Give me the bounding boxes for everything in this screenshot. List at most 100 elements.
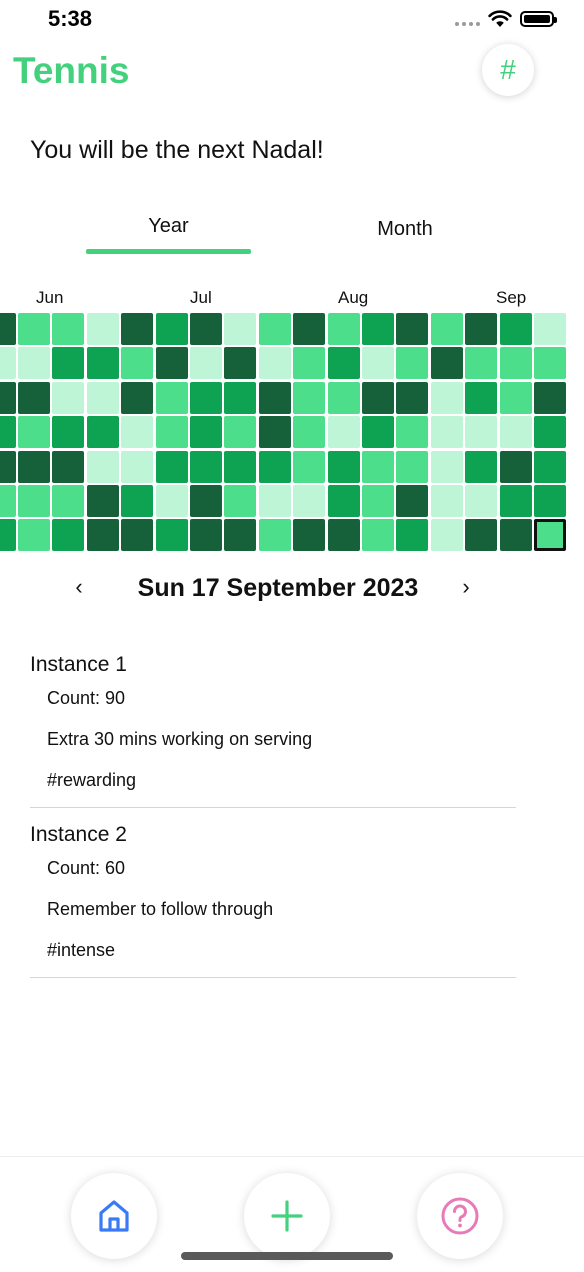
heatmap-cell[interactable] [499, 519, 532, 552]
heatmap-cell[interactable] [327, 450, 360, 483]
heatmap-cell[interactable] [362, 485, 394, 517]
heatmap-cell[interactable] [224, 381, 257, 414]
heatmap-cell[interactable] [465, 347, 498, 380]
heatmap-cell[interactable] [258, 416, 291, 449]
heatmap-cell[interactable] [155, 485, 188, 517]
previous-day-button[interactable]: ‹ [64, 574, 94, 600]
instance-item[interactable]: Instance 1 Count: 90 Extra 30 mins worki… [30, 650, 516, 808]
heatmap-cell[interactable] [465, 450, 498, 483]
heatmap-cell[interactable] [86, 416, 119, 449]
heatmap-cell[interactable] [86, 450, 119, 483]
heatmap-cell[interactable] [327, 519, 360, 552]
heatmap-cell[interactable] [86, 485, 119, 517]
instance-item[interactable]: Instance 2 Count: 60 Remember to follow … [30, 820, 516, 978]
heatmap-cell[interactable] [0, 381, 16, 414]
heatmap-cell[interactable] [52, 313, 85, 345]
heatmap-cell[interactable] [293, 381, 326, 414]
heatmap-cell[interactable] [293, 485, 326, 517]
heatmap-cell[interactable] [293, 450, 326, 483]
heatmap-cell[interactable] [86, 381, 119, 414]
tab-year[interactable]: Year [86, 215, 251, 238]
heatmap-cell[interactable] [0, 485, 16, 517]
heatmap-cell[interactable] [534, 381, 566, 414]
heatmap-cell[interactable] [224, 313, 257, 345]
heatmap-cell[interactable] [499, 381, 532, 414]
heatmap-cell[interactable] [430, 381, 463, 414]
heatmap-cell[interactable] [499, 485, 532, 517]
heatmap-cell[interactable] [52, 347, 85, 380]
heatmap-cell[interactable] [0, 450, 16, 483]
heatmap-cell[interactable] [155, 450, 188, 483]
tags-button[interactable]: # [482, 44, 534, 96]
heatmap-cell[interactable] [362, 347, 394, 380]
heatmap-cell[interactable] [396, 519, 429, 552]
add-instance-button[interactable] [244, 1173, 330, 1259]
heatmap-cell[interactable] [18, 450, 50, 483]
heatmap-cell-selected[interactable] [534, 519, 566, 552]
heatmap-cell[interactable] [121, 416, 154, 449]
heatmap-cell[interactable] [465, 416, 498, 449]
heatmap-cell[interactable] [396, 313, 429, 345]
heatmap-cell[interactable] [121, 313, 154, 345]
heatmap-cell[interactable] [534, 450, 566, 483]
heatmap-cell[interactable] [327, 416, 360, 449]
help-button[interactable] [417, 1173, 503, 1259]
heatmap-cell[interactable] [465, 313, 498, 345]
heatmap-cell[interactable] [499, 450, 532, 483]
home-button[interactable] [71, 1173, 157, 1259]
heatmap-cell[interactable] [362, 381, 394, 414]
heatmap-cell[interactable] [121, 519, 154, 552]
heatmap-cell[interactable] [86, 347, 119, 380]
heatmap-cell[interactable] [465, 519, 498, 552]
heatmap-cell[interactable] [52, 381, 85, 414]
heatmap-cell[interactable] [18, 381, 50, 414]
heatmap-cell[interactable] [327, 347, 360, 380]
heatmap-cell[interactable] [534, 485, 566, 517]
heatmap-cell[interactable] [465, 485, 498, 517]
heatmap-cell[interactable] [155, 381, 188, 414]
next-day-button[interactable]: › [451, 574, 481, 600]
heatmap-cell[interactable] [293, 347, 326, 380]
heatmap-cell[interactable] [534, 313, 566, 345]
heatmap-cell[interactable] [224, 347, 257, 380]
heatmap-cell[interactable] [190, 347, 222, 380]
heatmap-cell[interactable] [534, 416, 566, 449]
heatmap-cell[interactable] [499, 347, 532, 380]
heatmap-cell[interactable] [0, 519, 16, 552]
heatmap-cell[interactable] [18, 416, 50, 449]
heatmap-cell[interactable] [155, 519, 188, 552]
heatmap-cell[interactable] [121, 381, 154, 414]
heatmap-cell[interactable] [396, 381, 429, 414]
heatmap-cell[interactable] [86, 519, 119, 552]
heatmap-cell[interactable] [396, 450, 429, 483]
heatmap-cell[interactable] [18, 313, 50, 345]
heatmap-cell[interactable] [52, 485, 85, 517]
heatmap-cell[interactable] [430, 347, 463, 380]
heatmap-cell[interactable] [430, 485, 463, 517]
heatmap-cell[interactable] [362, 519, 394, 552]
heatmap-cell[interactable] [190, 313, 222, 345]
heatmap-cell[interactable] [121, 347, 154, 380]
heatmap-cell[interactable] [0, 347, 16, 380]
heatmap-cell[interactable] [18, 347, 50, 380]
heatmap-cell[interactable] [52, 416, 85, 449]
heatmap-cell[interactable] [430, 416, 463, 449]
heatmap-cell[interactable] [18, 519, 50, 552]
heatmap-cell[interactable] [0, 416, 16, 449]
heatmap-cell[interactable] [362, 450, 394, 483]
heatmap-cell[interactable] [258, 313, 291, 345]
heatmap-cell[interactable] [190, 485, 222, 517]
heatmap-cell[interactable] [155, 313, 188, 345]
heatmap-cell[interactable] [430, 519, 463, 552]
heatmap-cell[interactable] [224, 519, 257, 552]
heatmap-cell[interactable] [396, 485, 429, 517]
heatmap-cell[interactable] [430, 313, 463, 345]
heatmap-cell[interactable] [327, 313, 360, 345]
heatmap-cell[interactable] [430, 450, 463, 483]
heatmap-cell[interactable] [18, 485, 50, 517]
heatmap-cell[interactable] [327, 381, 360, 414]
heatmap-cell[interactable] [499, 313, 532, 345]
heatmap-cell[interactable] [224, 450, 257, 483]
heatmap-cell[interactable] [52, 519, 85, 552]
heatmap-cell[interactable] [258, 347, 291, 380]
